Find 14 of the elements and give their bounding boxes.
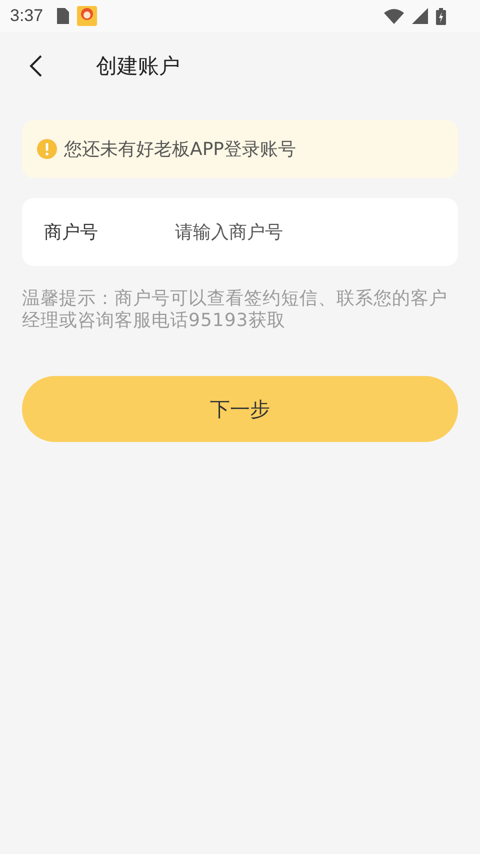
page-title: 创建账户 bbox=[96, 53, 180, 80]
warning-icon bbox=[37, 139, 57, 159]
next-button[interactable]: 下一步 bbox=[22, 376, 458, 442]
signal-icon bbox=[412, 8, 428, 24]
tip-text: 温馨提示：商户号可以查看签约短信、联系您的客户经理或咨询客服电话95193获取 bbox=[22, 288, 448, 332]
wifi-icon bbox=[384, 8, 404, 24]
app-notification-icon bbox=[77, 6, 98, 26]
battery-icon bbox=[436, 8, 446, 24]
notice-text: 您还未有好老板APP登录账号 bbox=[64, 138, 296, 161]
back-icon[interactable] bbox=[29, 54, 43, 78]
status-time: 3:37 bbox=[10, 6, 44, 26]
field-label: 商户号 bbox=[44, 221, 99, 244]
merchant-number-field[interactable]: 请输入商户号 bbox=[175, 222, 415, 242]
sim-card-icon bbox=[57, 8, 70, 24]
